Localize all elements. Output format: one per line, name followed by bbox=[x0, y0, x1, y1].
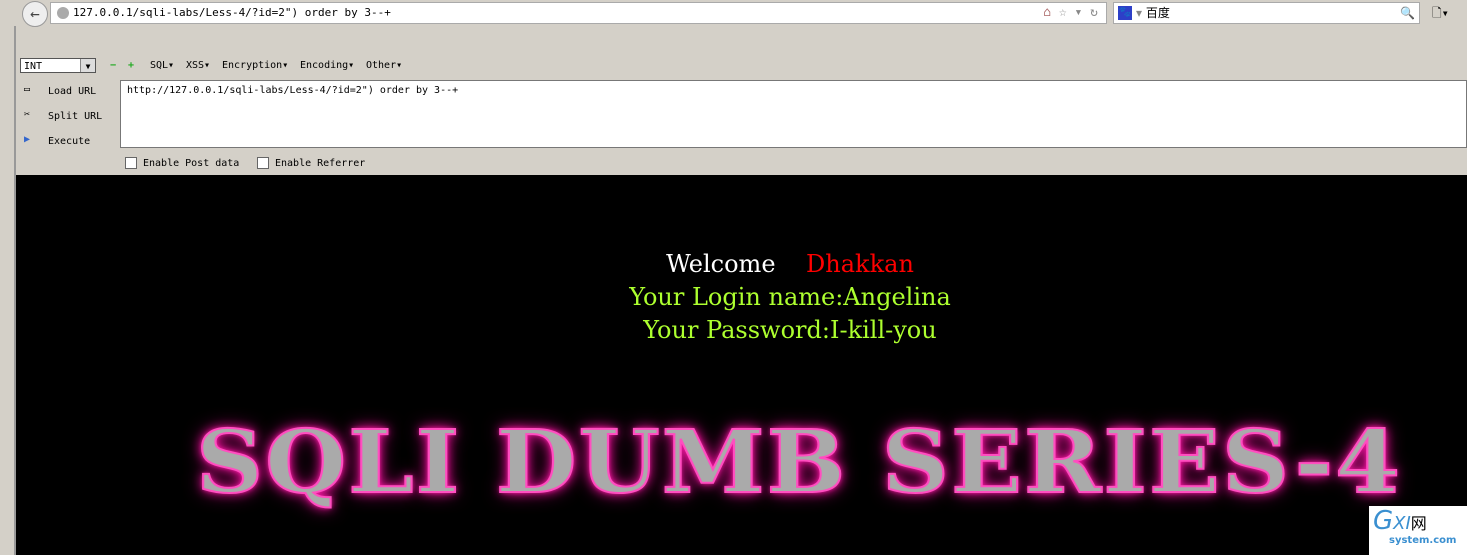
search-engine-label: 百度 bbox=[1145, 6, 1170, 20]
url-textarea[interactable]: http://127.0.0.1/sqli-labs/Less-4/?id=2"… bbox=[120, 80, 1467, 148]
execute-button[interactable]: ▶ Execute bbox=[20, 134, 90, 148]
type-select[interactable]: INT ▼ bbox=[20, 58, 96, 73]
split-url-label: Split URL bbox=[48, 111, 103, 122]
enable-referrer-checkbox[interactable]: Enable Referrer bbox=[257, 157, 365, 169]
welcome-text: Welcome bbox=[666, 250, 776, 278]
menu-sql[interactable]: SQL▾ bbox=[150, 60, 174, 71]
chevron-down-icon[interactable]: ▼ bbox=[80, 59, 95, 72]
plus-icon[interactable]: + bbox=[128, 60, 134, 71]
type-select-value: INT bbox=[24, 61, 43, 72]
menu-xss[interactable]: XSS▾ bbox=[186, 60, 210, 71]
minus-icon[interactable]: − bbox=[110, 60, 116, 71]
globe-icon bbox=[57, 7, 69, 19]
address-bar[interactable]: 127.0.0.1/sqli-labs/Less-4/?id=2") order… bbox=[50, 2, 1107, 24]
address-text: 127.0.0.1/sqli-labs/Less-4/?id=2") order… bbox=[73, 6, 391, 19]
watermark-logo: GXI网 system.com bbox=[1369, 506, 1467, 555]
search-icon[interactable]: 🔍 bbox=[1400, 3, 1415, 23]
login-name: Your Login name:Angelina bbox=[629, 283, 951, 311]
menu-encoding[interactable]: Encoding▾ bbox=[300, 60, 354, 71]
user-name: Dhakkan bbox=[806, 250, 914, 278]
split-url-button[interactable]: ✂ Split URL bbox=[20, 109, 102, 123]
home-icon[interactable]: ⌂ bbox=[1043, 5, 1051, 20]
enable-post-label: Enable Post data bbox=[143, 158, 240, 169]
menu-other[interactable]: Other▾ bbox=[366, 60, 402, 71]
banner-title: SQLI DUMB SERIES-4 bbox=[195, 411, 1403, 514]
navigation-bar: ← 127.0.0.1/sqli-labs/Less-4/?id=2") ord… bbox=[0, 0, 1467, 27]
reload-icon[interactable]: ↻ bbox=[1090, 5, 1098, 20]
execute-label: Execute bbox=[48, 136, 91, 147]
scissors-icon: ✂ bbox=[23, 109, 31, 120]
welcome-line: Welcome Dhakkan bbox=[0, 250, 1467, 278]
password: Your Password:I-kill-you bbox=[643, 316, 937, 344]
enable-post-checkbox[interactable]: Enable Post data bbox=[125, 157, 239, 169]
load-url-label: Load URL bbox=[48, 86, 97, 97]
load-icon: ▭ bbox=[23, 84, 31, 95]
page-icon[interactable]: 🗋▾ bbox=[1432, 4, 1449, 25]
play-icon: ▶ bbox=[23, 134, 31, 145]
search-box[interactable]: 🐾 ▾ 百度 🔍 bbox=[1113, 2, 1420, 24]
enable-referrer-label: Enable Referrer bbox=[275, 158, 366, 169]
load-url-button[interactable]: ▭ Load URL bbox=[20, 84, 96, 98]
baidu-icon[interactable]: 🐾 bbox=[1118, 6, 1132, 20]
bookmark-star-icon[interactable]: ☆ bbox=[1059, 5, 1067, 20]
dropdown-icon[interactable]: ▾ bbox=[1075, 5, 1083, 20]
menu-encryption[interactable]: Encryption▾ bbox=[222, 60, 288, 71]
back-button[interactable]: ← bbox=[22, 1, 48, 27]
